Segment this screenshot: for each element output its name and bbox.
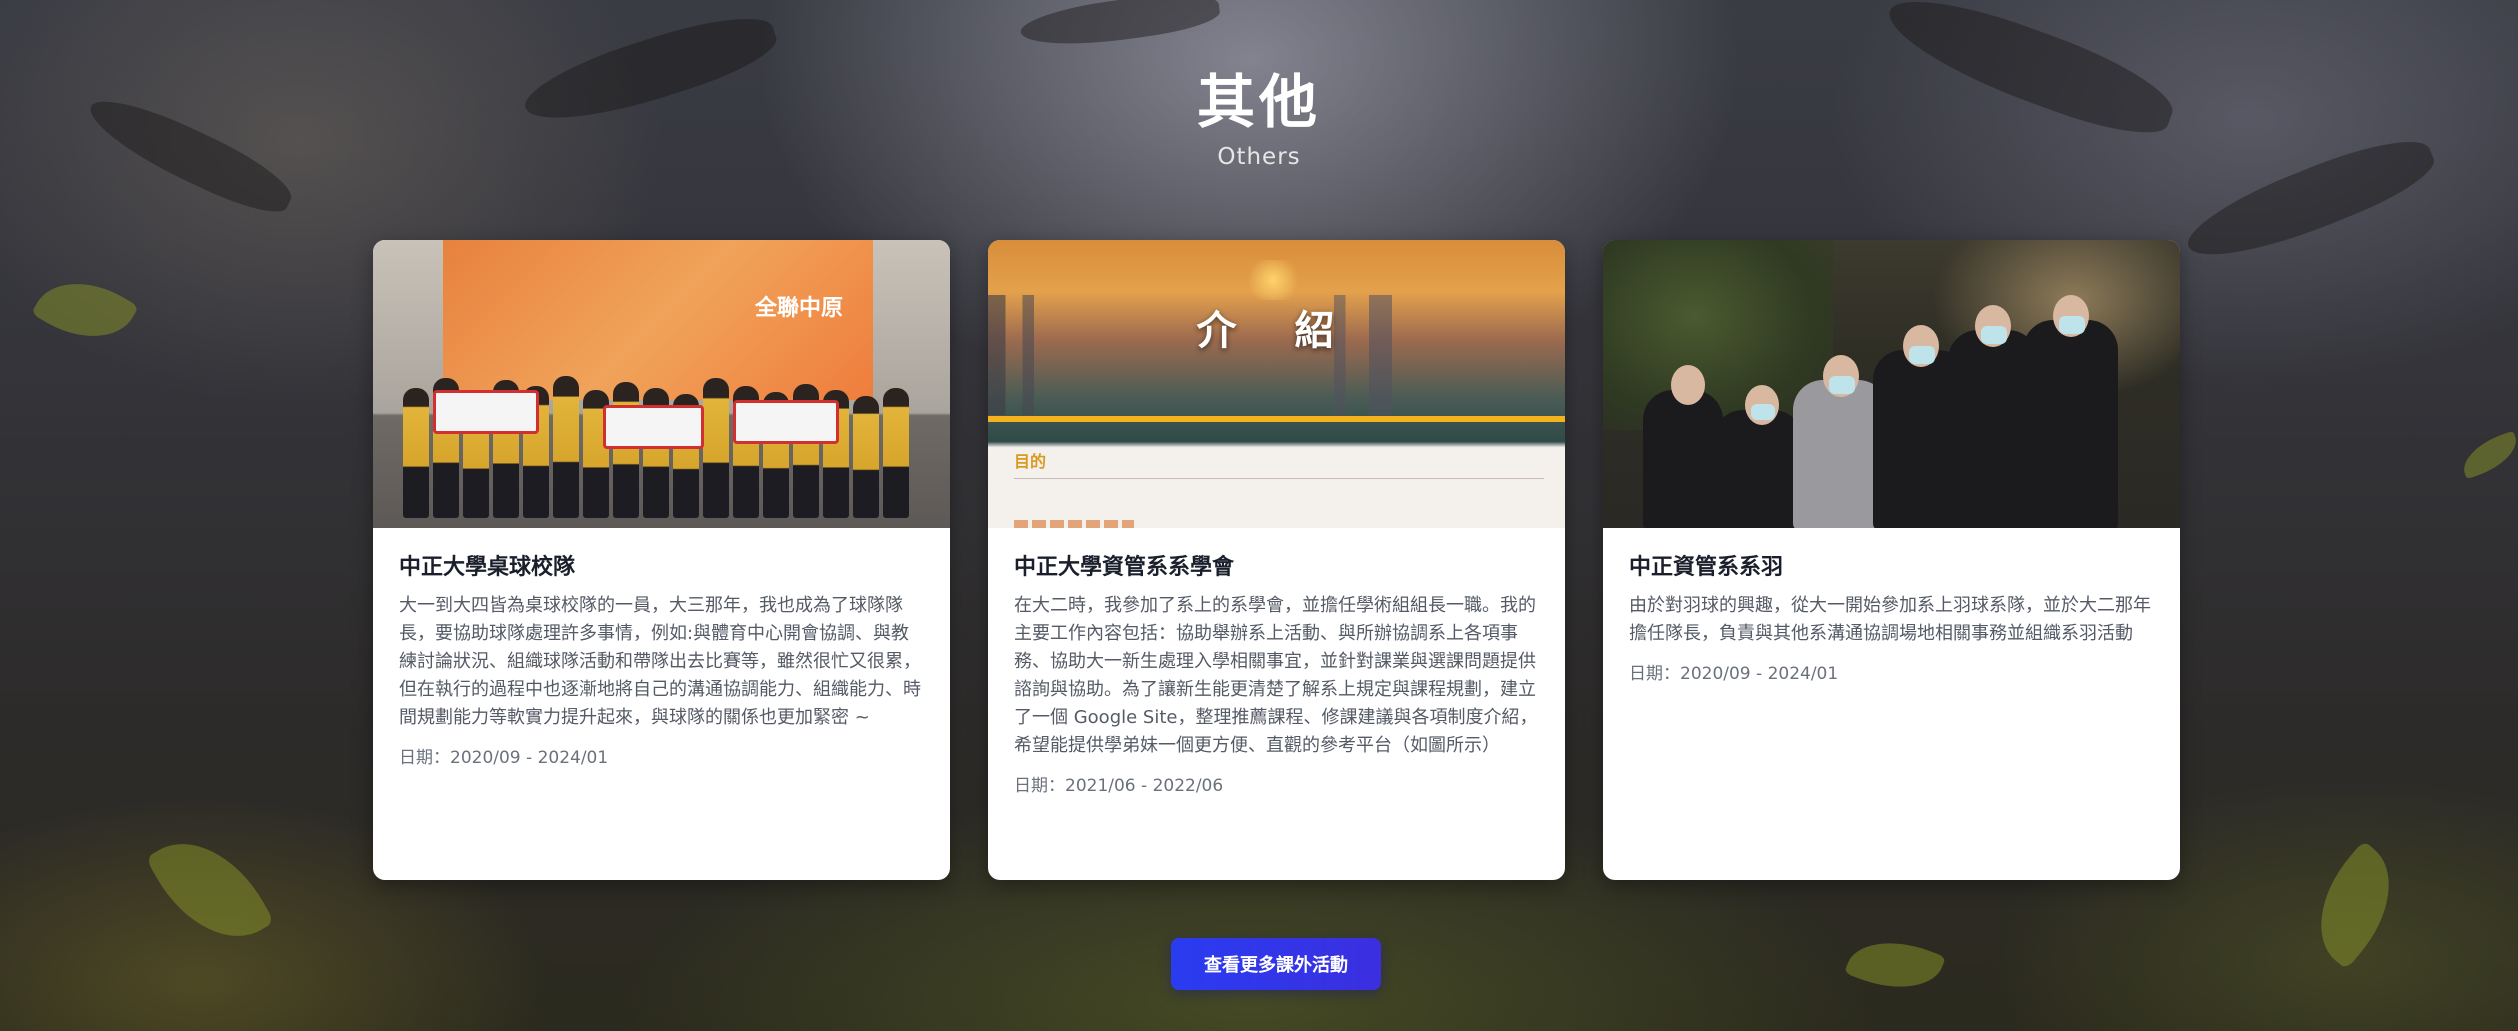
card-date: 日期：2020/09 - 2024/01 (399, 748, 609, 768)
group-member (1713, 410, 1803, 528)
others-section: 其他 Others 全聯中原 中正大學桌球校隊 大一到大四皆為桌球校隊的一員，大… (0, 0, 2518, 1031)
card-body: 中正大學桌球校隊 大一到大四皆為桌球校隊的一員，大三那年，我也成為了球隊隊長，要… (373, 528, 950, 770)
card-date: 日期：2021/06 - 2022/06 (1014, 776, 1224, 796)
team-member (553, 376, 579, 518)
sunset-sun (1243, 260, 1303, 300)
card-image-table-tennis-team: 全聯中原 (373, 240, 950, 528)
team-member (613, 382, 639, 518)
activity-card-list: 全聯中原 中正大學桌球校隊 大一到大四皆為桌球校隊的一員，大三那年，我也成為了球… (373, 240, 2180, 880)
leaf-decoration (2292, 840, 2418, 970)
team-sign (733, 400, 839, 444)
card-body: 中正資管系系羽 由於對羽球的興趣，從大一開始參加系上羽球系隊，並於大二那年擔任隊… (1603, 528, 2180, 686)
accent-bar (988, 416, 1565, 422)
leaf-decoration (31, 261, 139, 359)
activity-card[interactable]: 全聯中原 中正大學桌球校隊 大一到大四皆為桌球校隊的一員，大三那年，我也成為了球… (373, 240, 950, 880)
team-sign (433, 390, 539, 434)
intro-heading: 介 紹 (1196, 308, 1357, 354)
leaf-decoration (1844, 926, 1946, 1004)
card-description: 在大二時，我參加了系上的系學會，並擔任學術組組長一職。我的主要工作內容包括：協助… (1014, 595, 1538, 756)
team-member (883, 388, 909, 518)
leaf-decoration (145, 818, 275, 962)
team-member (853, 396, 879, 518)
face-mask (2059, 316, 2085, 334)
team-sign (603, 405, 704, 449)
bird-silhouette (1018, 0, 1222, 54)
team-member (703, 378, 729, 518)
face-mask (1981, 326, 2007, 344)
face (1671, 365, 1705, 405)
leaf-decoration (2456, 430, 2518, 480)
purpose-label: 目的 (1014, 452, 1047, 471)
card-body: 中正大學資管系系學會 在大二時，我參加了系上的系學會，並擔任學術組組長一職。我的… (988, 528, 1565, 798)
face-mask (1751, 404, 1775, 420)
section-subtitle: Others (1217, 144, 1301, 170)
partial-text-row (1014, 520, 1134, 528)
more-activities-button[interactable]: 查看更多課外活動 (1171, 938, 1381, 990)
section-title: 其他 (1196, 68, 1321, 136)
activity-card[interactable]: 中正資管系系羽 由於對羽球的興趣，從大一開始參加系上羽球系隊，並於大二那年擔任隊… (1603, 240, 2180, 880)
card-title: 中正大學資管系系學會 (1014, 555, 1235, 580)
divider-line (1014, 478, 1544, 479)
banner-text: 全聯中原 (754, 296, 843, 321)
section-header: 其他 Others (0, 62, 2518, 170)
group-member (2023, 320, 2118, 528)
face-mask (1829, 376, 1855, 394)
activity-card[interactable]: 介 紹 目的 中正大學資管系系學會 在大二時，我參加了系上的系學會，並擔任學術組… (988, 240, 1565, 880)
card-description: 由於對羽球的興趣，從大一開始參加系上羽球系隊，並於大二那年擔任隊長，負責與其他系… (1629, 595, 2151, 644)
group-member (1643, 390, 1723, 528)
card-image-badminton-group (1603, 240, 2180, 528)
face-mask (1909, 346, 1935, 364)
card-description: 大一到大四皆為桌球校隊的一員，大三那年，我也成為了球隊隊長，要協助球隊處理許多事… (399, 595, 921, 728)
team-member (403, 388, 429, 518)
card-title: 中正大學桌球校隊 (399, 555, 576, 580)
card-image-google-site-screenshot: 介 紹 目的 (988, 240, 1565, 528)
card-title: 中正資管系系羽 (1629, 555, 1784, 580)
card-date: 日期：2020/09 - 2024/01 (1629, 664, 1839, 684)
